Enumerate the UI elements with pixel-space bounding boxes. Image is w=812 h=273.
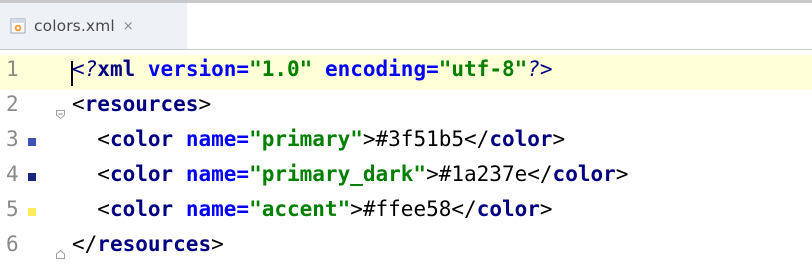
code-text: <color name="primary">#3f51b5</color> (72, 127, 565, 151)
attr-name: version (147, 57, 237, 81)
tag-open: < (72, 92, 85, 116)
tab-colors-xml[interactable]: colors.xml × (0, 3, 187, 49)
tag-close: > (426, 162, 439, 186)
line-number: 3 (6, 127, 19, 151)
tag-name: color (109, 127, 174, 151)
fold-end-icon[interactable] (55, 245, 66, 259)
attr-value: "utf-8" (438, 57, 528, 81)
end-tag-close: > (539, 197, 553, 221)
tag-name: color (109, 197, 174, 221)
end-tag-open: </ (451, 197, 477, 221)
end-tag-open: </ (527, 162, 553, 186)
xml-decl-open: <? (72, 57, 98, 81)
attr-value: "primary_dark" (249, 162, 427, 186)
tag-open: < (97, 197, 110, 221)
attr-name: name (185, 197, 237, 221)
attr-name: name (185, 162, 237, 186)
attr-value: "accent" (249, 197, 351, 221)
tab-label: colors.xml (34, 17, 115, 35)
attr-eq: = (236, 162, 250, 186)
code-editor[interactable]: 1 <?xml version="1.0" encoding="utf-8"?>… (0, 51, 812, 273)
code-line-5[interactable]: 5 <color name="accent">#ffee58</color> (0, 195, 812, 230)
tag-open: < (97, 127, 110, 151)
end-tag-name: color (552, 162, 616, 186)
tag-close: > (362, 127, 376, 151)
tab-close-icon[interactable]: × (123, 19, 134, 34)
code-line-6[interactable]: 6 </resources> (0, 230, 812, 265)
fold-collapse-icon[interactable] (55, 105, 66, 120)
end-tag-open: </ (464, 127, 490, 151)
attr-eq: = (236, 57, 250, 81)
end-tag-close: > (211, 232, 224, 256)
end-tag-name: color (476, 197, 540, 221)
code-line-3[interactable]: 3 <color name="primary">#3f51b5</color> (0, 125, 812, 160)
xml-decl-close: ?> (527, 57, 553, 81)
xml-file-icon (10, 18, 26, 34)
end-tag-name: resources (97, 232, 212, 256)
end-tag-close: > (615, 162, 629, 186)
attr-eq: = (236, 197, 250, 221)
tag-close: > (350, 197, 363, 221)
attr-value: "1.0" (249, 57, 313, 81)
attr-eq: = (426, 57, 439, 81)
code-text: <color name="accent">#ffee58</color> (72, 197, 553, 221)
color-swatch-icon[interactable] (28, 138, 36, 146)
code-text: </resources> (72, 232, 224, 256)
line-number: 2 (6, 92, 19, 116)
line-number: 4 (6, 162, 19, 186)
code-line-1[interactable]: 1 <?xml version="1.0" encoding="utf-8"?> (0, 55, 812, 90)
code-text: <resources> (72, 92, 211, 116)
tag-name: color (109, 162, 174, 186)
tag-close: > (198, 92, 212, 116)
color-value: #1a237e (438, 162, 528, 186)
line-number: 5 (6, 197, 19, 221)
end-tag-close: > (552, 127, 566, 151)
color-swatch-icon[interactable] (28, 173, 36, 181)
attr-name: encoding (324, 57, 427, 81)
xml-decl-name: xml (97, 57, 136, 81)
tab-bar: colors.xml × (0, 0, 812, 50)
tag-open: < (97, 162, 110, 186)
color-value: #3f51b5 (375, 127, 465, 151)
line-number: 1 (6, 57, 19, 81)
tag-name: resources (84, 92, 199, 116)
line-number: 6 (6, 232, 19, 256)
code-text: <color name="primary_dark">#1a237e</colo… (72, 162, 628, 186)
code-line-4[interactable]: 4 <color name="primary_dark">#1a237e</co… (0, 160, 812, 195)
attr-eq: = (236, 127, 250, 151)
end-tag-open: </ (72, 232, 98, 256)
code-line-2[interactable]: 2 <resources> (0, 90, 812, 125)
code-text: <?xml version="1.0" encoding="utf-8"?> (72, 57, 553, 81)
editor-window: colors.xml × 1 <?xml version="1.0" encod… (0, 0, 812, 273)
color-swatch-icon[interactable] (28, 208, 36, 216)
attr-value: "primary" (249, 127, 363, 151)
color-value: #ffee58 (362, 197, 452, 221)
attr-name: name (185, 127, 237, 151)
end-tag-name: color (489, 127, 553, 151)
